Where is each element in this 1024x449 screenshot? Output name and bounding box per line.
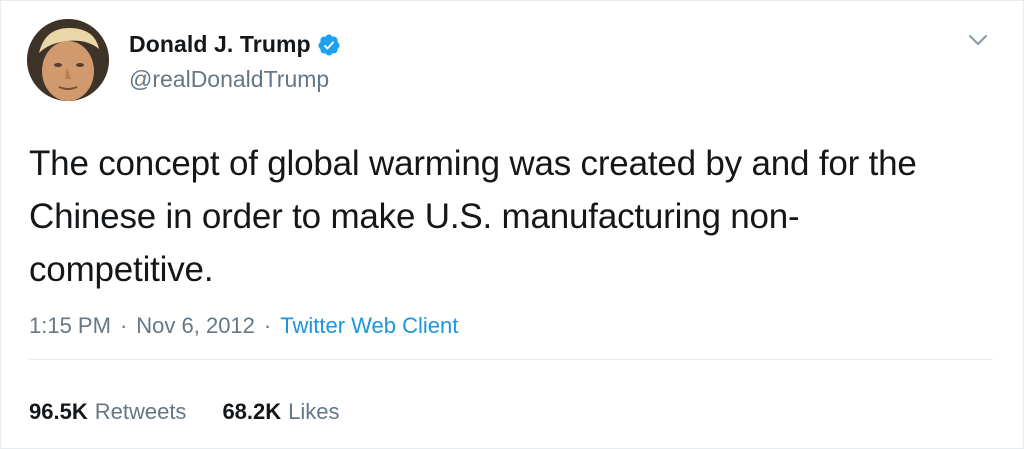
tweet-text: The concept of global warming was create… [29,137,1009,296]
retweets-label: Retweets [94,399,187,424]
avatar[interactable] [27,19,109,101]
tweet-text-line: Chinese in order to make U.S. manufactur… [29,197,800,236]
tweet-text-line: The concept of global warming was create… [29,144,917,183]
tweet-meta: 1:15 PM · Nov 6, 2012 · Twitter Web Clie… [29,313,458,339]
author-display-name[interactable]: Donald J. Trump [129,31,311,58]
retweets-count: 96.5K [29,399,88,424]
likes-label: Likes [288,399,340,424]
verified-badge-icon [317,33,341,57]
meta-separator: · [119,313,128,338]
author-name-row[interactable]: Donald J. Trump [129,31,341,58]
tweet-time[interactable]: 1:15 PM [29,313,111,339]
meta-separator: · [263,313,272,338]
retweets-stat[interactable]: 96.5K Retweets [29,399,186,425]
avatar-photo [27,19,109,101]
tweet-date[interactable]: Nov 6, 2012 [136,313,255,339]
tweet-stats: 96.5K Retweets 68.2K Likes [29,399,340,425]
divider [29,359,993,360]
tweet-card: Donald J. Trump @realDonaldTrump The con… [0,0,1024,449]
likes-stat[interactable]: 68.2K Likes [222,399,339,425]
likes-count: 68.2K [222,399,282,424]
author-handle[interactable]: @realDonaldTrump [129,66,329,93]
chevron-down-icon[interactable] [967,29,989,51]
tweet-text-line: competitive. [29,250,214,289]
tweet-client-link[interactable]: Twitter Web Client [280,313,458,339]
